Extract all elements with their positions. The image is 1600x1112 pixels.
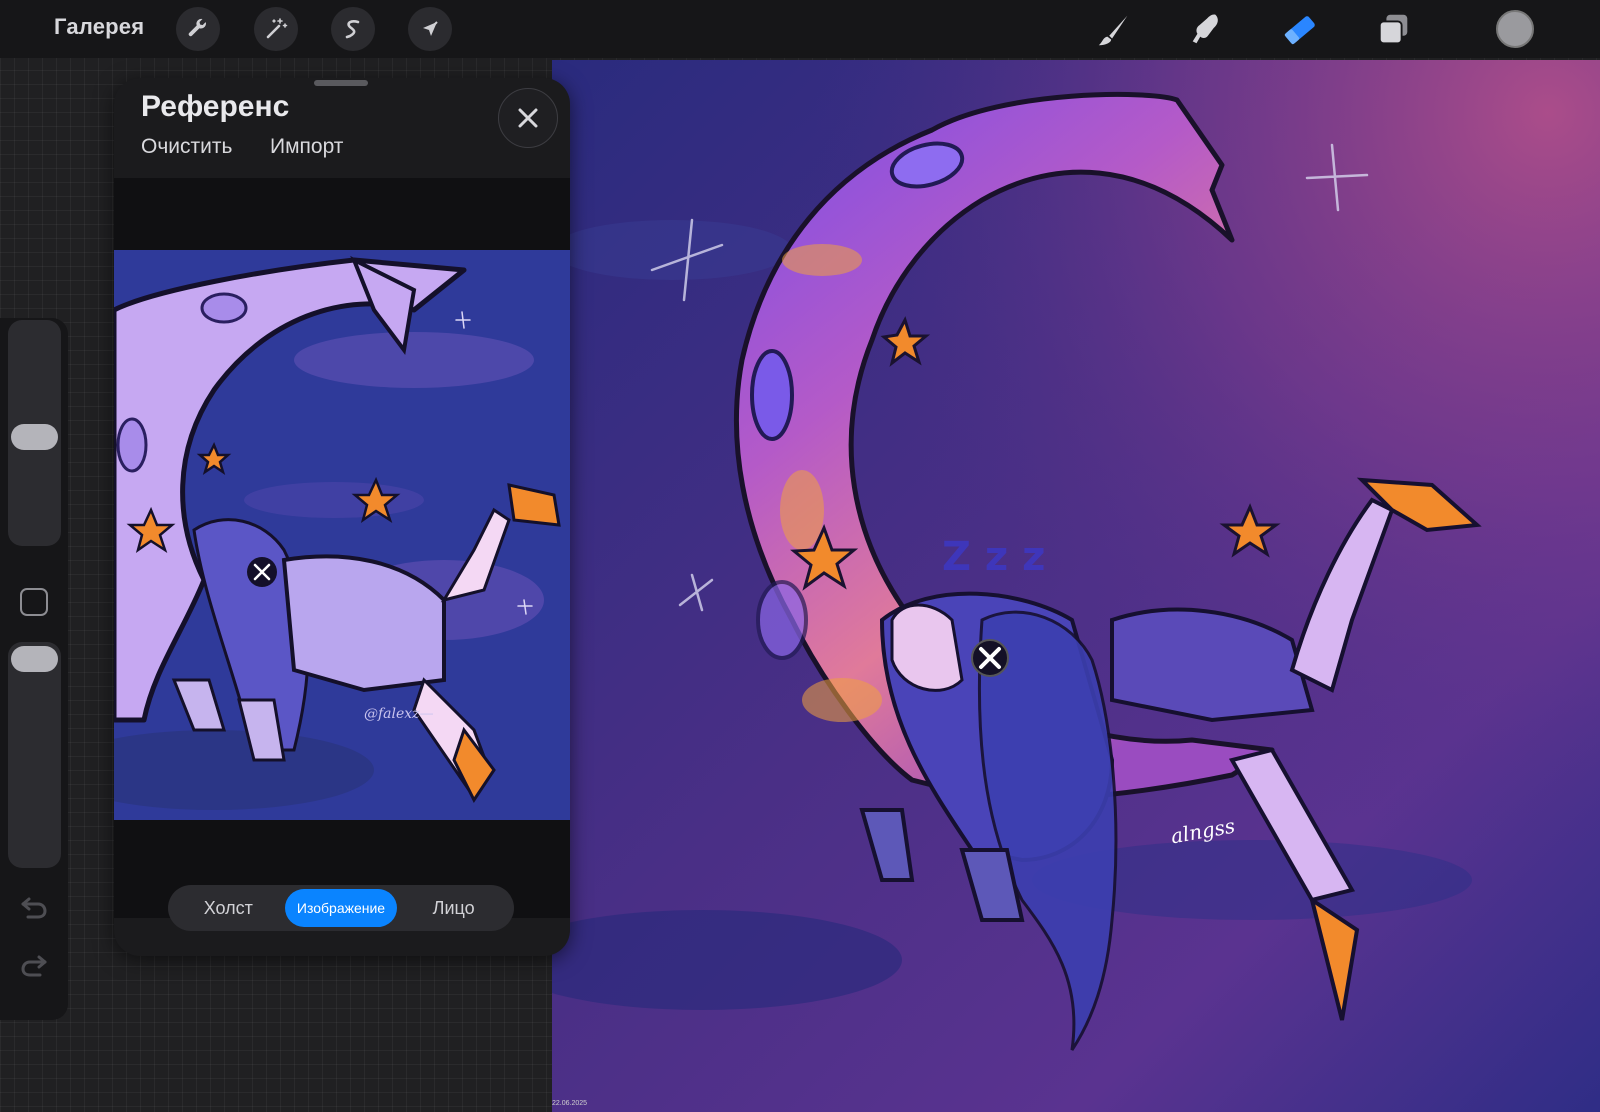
tab-canvas[interactable]: Холст: [172, 889, 285, 927]
canvas-date-stamp: 22.06.2025: [552, 1100, 588, 1107]
tab-image[interactable]: Изображение: [284, 889, 398, 927]
opacity-thumb[interactable]: [11, 646, 58, 672]
brush-icon: [1098, 15, 1128, 46]
brush-button[interactable]: [1094, 10, 1134, 50]
layers-button[interactable]: [1374, 10, 1414, 50]
tab-face[interactable]: Лицо: [397, 889, 510, 927]
actions-button[interactable]: [176, 7, 220, 51]
selection-s-icon: [345, 20, 360, 39]
eraser-icon: [1284, 16, 1315, 45]
transform-button[interactable]: [408, 7, 452, 51]
color-picker-swatch[interactable]: [1496, 10, 1534, 48]
panel-title: Референс: [141, 90, 290, 123]
redo-icon[interactable]: [18, 948, 50, 980]
reference-viewport: @falexz—: [114, 178, 570, 918]
import-button[interactable]: Импорт: [270, 135, 343, 159]
procreate-workspace: Галерея Z z z alngss 22.06.2025 Референс…: [0, 0, 1600, 1112]
adjustments-button[interactable]: [254, 7, 298, 51]
drawing-canvas[interactable]: Z z z alngss: [552, 60, 1600, 1112]
close-button[interactable]: [498, 88, 558, 148]
panel-grabber[interactable]: [314, 80, 368, 86]
reference-mode-tabs: Холст Изображение Лицо: [168, 885, 514, 931]
magic-wand-icon: [266, 18, 288, 39]
brush-size-slider[interactable]: [8, 320, 61, 546]
undo-icon[interactable]: [18, 890, 50, 922]
reference-signature: @falexz—: [364, 706, 434, 722]
reference-image[interactable]: @falexz—: [114, 250, 570, 820]
selection-button[interactable]: [331, 7, 375, 51]
opacity-slider[interactable]: [8, 642, 61, 868]
modify-button[interactable]: [20, 588, 48, 616]
left-sidebar: [0, 318, 68, 1020]
layers-icon: [1378, 14, 1408, 45]
reference-artwork: @falexz—: [114, 250, 570, 820]
arrow-cursor-icon: [423, 21, 438, 36]
close-icon: [518, 108, 538, 128]
top-toolbar: Галерея: [0, 0, 1600, 58]
eraser-button[interactable]: [1280, 10, 1320, 50]
clear-button[interactable]: Очистить: [141, 135, 232, 159]
canvas-artwork: Z z z alngss: [552, 60, 1600, 1112]
reference-panel: Референс Очистить Импорт @falexz— Холст …: [114, 78, 570, 956]
brush-size-thumb[interactable]: [11, 423, 58, 450]
svg-text:Z z z: Z z z: [942, 534, 1045, 580]
smudge-button[interactable]: [1186, 10, 1226, 50]
gallery-button[interactable]: Галерея: [54, 14, 144, 40]
wrench-icon: [188, 18, 206, 37]
smudge-icon: [1192, 14, 1218, 44]
